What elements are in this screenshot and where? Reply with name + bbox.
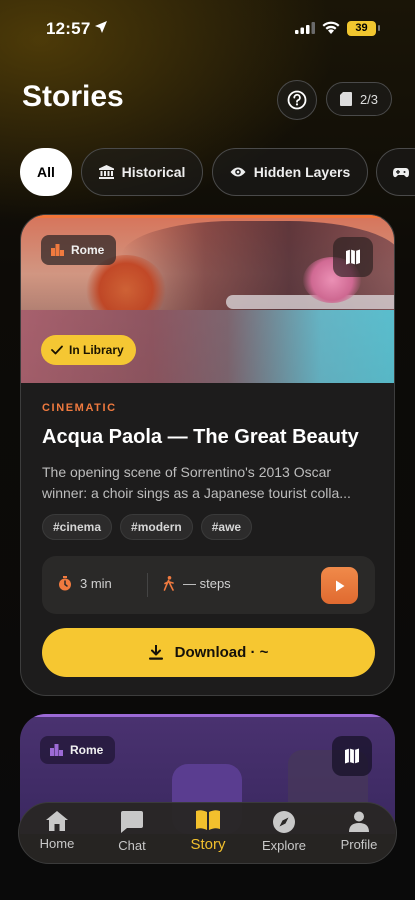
help-button[interactable]: [277, 80, 317, 120]
download-count-button[interactable]: 2/3: [326, 82, 392, 116]
story-title: Acqua Paola — The Great Beauty: [42, 426, 359, 448]
map-button[interactable]: [332, 736, 372, 776]
question-circle-icon: [287, 90, 307, 110]
tag[interactable]: #awe: [200, 514, 253, 540]
stopwatch-icon: [59, 576, 71, 591]
download-label: Download · ~: [174, 644, 269, 661]
story-tags: #cinema #modern #awe: [42, 514, 253, 540]
story-card[interactable]: Rome In Library CINEMATIC Acqua Paola — …: [20, 214, 395, 696]
play-button[interactable]: [321, 567, 358, 604]
battery-cap: [378, 25, 380, 31]
compass-icon: [273, 811, 295, 833]
page-title: Stories: [22, 80, 124, 113]
download-icon: [148, 645, 163, 660]
person-icon: [349, 811, 369, 832]
location-label: Rome: [71, 243, 105, 257]
tab-label: Chat: [118, 838, 146, 853]
city-icon: [51, 244, 64, 256]
steps-label: — steps: [183, 576, 231, 591]
tab-label: Explore: [261, 838, 307, 853]
chip-games[interactable]: [376, 148, 415, 196]
eye-icon: [230, 167, 246, 177]
steps: — steps: [163, 576, 231, 591]
sd-card-icon: [339, 92, 352, 106]
book-icon: [196, 810, 220, 830]
city-icon: [50, 744, 63, 756]
tab-home[interactable]: Home: [22, 811, 92, 857]
gamepad-icon: [393, 167, 409, 177]
walking-icon: [163, 576, 174, 591]
chip-hidden-layers[interactable]: Hidden Layers: [212, 148, 368, 196]
story-meta: 3 min — steps: [42, 556, 375, 614]
tab-label: Story: [190, 836, 226, 853]
wifi-icon: [322, 21, 340, 34]
duration-label: 3 min: [80, 576, 112, 591]
tab-bar: Home Chat Story Explore Profile: [18, 802, 397, 864]
location-label: Rome: [70, 743, 104, 757]
in-library-label: In Library: [69, 343, 124, 357]
divider: [147, 573, 148, 597]
chip-label: Historical: [121, 164, 186, 180]
location-badge: Rome: [41, 235, 117, 265]
story-category: CINEMATIC: [42, 402, 117, 414]
tag[interactable]: #modern: [120, 514, 193, 540]
story-description: The opening scene of Sorrentino's 2013 O…: [42, 464, 351, 501]
play-icon: [335, 580, 344, 591]
status-bar: 12:57 39: [0, 0, 415, 58]
chip-label: Hidden Layers: [253, 164, 351, 180]
signal-icon: [295, 22, 315, 34]
in-library-badge: In Library: [41, 335, 136, 365]
tab-story[interactable]: Story: [173, 809, 243, 855]
download-count: 2/3: [359, 91, 379, 107]
status-time: 12:57: [46, 19, 91, 38]
download-button[interactable]: Download · ~: [42, 628, 375, 677]
tab-label: Home: [39, 836, 75, 851]
map-icon: [345, 748, 359, 764]
duration: 3 min: [58, 576, 112, 591]
landmark-icon: [98, 165, 114, 179]
map-icon: [346, 249, 360, 265]
tab-profile[interactable]: Profile: [324, 811, 394, 857]
filter-chips: All Historical Hidden Layers: [20, 148, 415, 196]
location-arrow-icon: [95, 21, 107, 33]
location-badge: Rome: [40, 736, 116, 764]
tab-explore[interactable]: Explore: [249, 811, 319, 857]
tab-label: Profile: [340, 837, 378, 852]
tag[interactable]: #cinema: [42, 514, 113, 540]
chip-label: All: [37, 164, 55, 180]
checkmark-icon: [51, 345, 63, 355]
chip-historical[interactable]: Historical: [81, 148, 203, 196]
home-icon: [46, 811, 68, 831]
map-button[interactable]: [333, 237, 373, 277]
battery-indicator: 39: [347, 21, 376, 36]
chip-all[interactable]: All: [20, 148, 72, 196]
tab-chat[interactable]: Chat: [97, 811, 167, 857]
chat-icon: [121, 811, 143, 833]
